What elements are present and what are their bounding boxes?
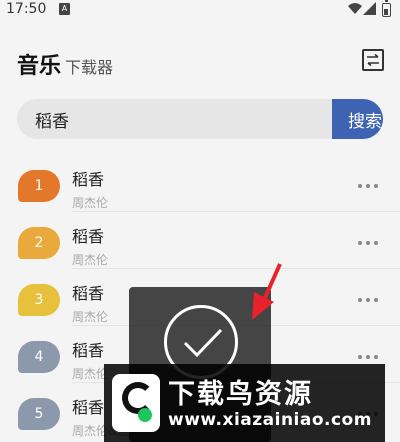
song-title: 稻香 bbox=[72, 170, 105, 189]
wifi-icon bbox=[348, 3, 362, 14]
song-artist: 周杰伦 bbox=[72, 367, 109, 381]
song-index-badge: 1 bbox=[18, 170, 60, 202]
annotation-arrow-icon bbox=[252, 263, 282, 320]
watermark-title: 下载鸟资源 bbox=[168, 379, 313, 410]
signal-icon bbox=[363, 2, 376, 15]
app-title: 音乐 bbox=[17, 54, 62, 79]
song-artist: 周杰伦 bbox=[72, 310, 109, 324]
status-time: 17:50 bbox=[6, 1, 47, 17]
search-button[interactable]: 搜索 bbox=[332, 99, 383, 139]
list-item[interactable]: 1 稻香 周杰伦 bbox=[0, 156, 400, 212]
watermark-url: www.xiazainiao.com bbox=[168, 410, 372, 430]
song-title: 稻香 bbox=[72, 284, 105, 303]
swap-icon[interactable] bbox=[362, 49, 384, 71]
more-options-icon[interactable] bbox=[358, 241, 380, 247]
song-index-badge: 4 bbox=[18, 341, 60, 373]
list-item[interactable]: 2 稻香 周杰伦 bbox=[0, 213, 400, 269]
song-artist: 周杰伦 bbox=[72, 196, 109, 210]
more-options-icon[interactable] bbox=[358, 355, 380, 361]
watermark-logo bbox=[112, 374, 160, 432]
song-title: 稻香 bbox=[72, 341, 105, 360]
divider bbox=[72, 268, 400, 269]
song-index-badge: 5 bbox=[18, 398, 60, 430]
app-header: 音乐 下载器 bbox=[0, 44, 400, 80]
watermark: 下载鸟资源 www.xiazainiao.com bbox=[104, 364, 385, 442]
search-bar: 搜索 bbox=[17, 99, 383, 139]
song-title: 稻香 bbox=[72, 227, 105, 246]
song-index-badge: 3 bbox=[18, 284, 60, 316]
status-bar: 17:50 A bbox=[0, 0, 400, 22]
divider bbox=[72, 211, 400, 212]
app-subtitle: 下载器 bbox=[65, 58, 114, 77]
notification-icon: A bbox=[59, 3, 70, 15]
more-options-icon[interactable] bbox=[358, 184, 380, 190]
song-title: 稻香 bbox=[72, 398, 105, 417]
song-artist: 周杰伦 bbox=[72, 253, 109, 267]
battery-icon bbox=[382, 0, 391, 17]
song-index-badge: 2 bbox=[18, 227, 60, 259]
search-input[interactable] bbox=[17, 99, 315, 139]
more-options-icon[interactable] bbox=[358, 298, 380, 304]
